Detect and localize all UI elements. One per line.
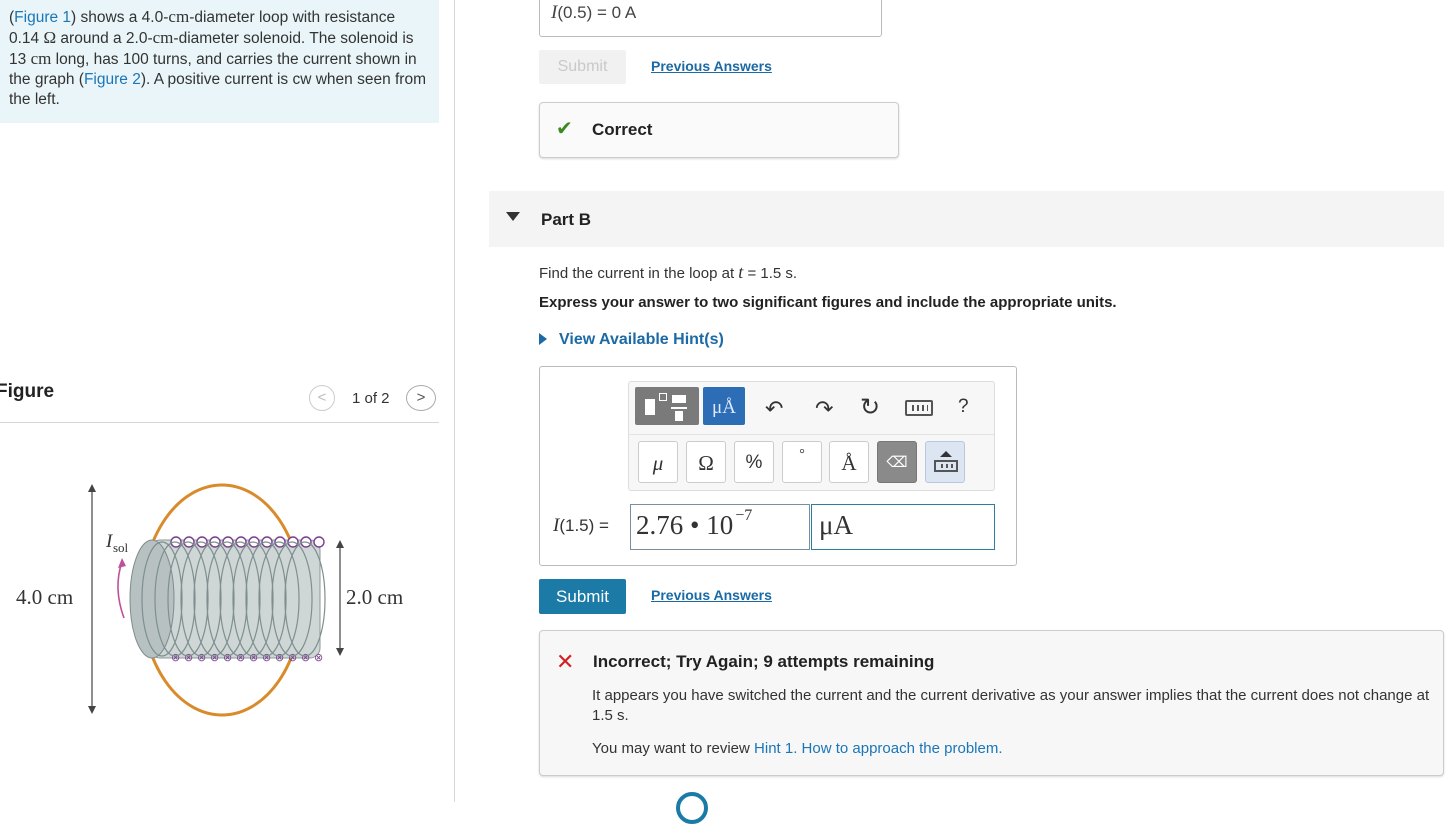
wire-in-icon: ⊗ [275,652,284,664]
figure-counter: 1 of 2 [352,390,390,407]
template-icon [659,393,667,401]
unit-ohm: Ω [43,28,57,47]
wire-in-icon: ⊗ [236,652,245,664]
incorrect-status: Incorrect; Try Again; 9 attempts remaini… [593,652,935,671]
close-x-icon: ✕ [556,649,575,674]
loop-diameter-label: 4.0 cm [16,585,73,609]
arrow-head [336,648,344,656]
template-icon [675,411,683,421]
figure-2-link[interactable]: Figure 2 [84,71,141,88]
unit-cm: cm [168,7,190,26]
wire-in-icon: ⊗ [184,652,193,664]
arrow-head [336,540,344,548]
review-prefix: You may want to review [592,740,755,757]
percent-key[interactable]: % [734,441,774,483]
current-arrow [117,561,125,619]
feedback-review: You may want to review Hint 1. How to ap… [592,740,1003,757]
wire-in-icon: ⊗ [197,652,206,664]
collapse-caret-icon[interactable] [506,212,520,221]
units-button[interactable]: μÅ [703,387,745,425]
units-input[interactable]: μA [811,504,995,550]
arrow-head [118,558,126,568]
part-a-previous-answers-link[interactable]: Previous Answers [651,58,772,74]
mu-key[interactable]: μ [638,441,678,483]
question-text: Find the current in the loop at [539,265,739,282]
template-icon [672,395,686,403]
help-icon[interactable]: ? [958,396,969,418]
part-b-title: Part B [541,210,592,229]
wire-in-icon: ⊗ [171,652,180,664]
arrow-head [88,706,96,714]
templates-button[interactable] [635,387,699,425]
part-b-header[interactable] [489,191,1444,247]
reset-icon[interactable]: ↻ [860,393,880,422]
problem-text: around a 2.0- [56,30,153,47]
degree-key[interactable]: ° [782,441,822,483]
part-a-submit-button[interactable]: Submit [539,50,626,84]
wire-in-icon: ⊗ [249,652,258,664]
figure-next-button[interactable]: > [406,385,436,411]
wire-out-icon [313,536,325,548]
isol-subscript: sol [113,540,129,555]
wire-in-icon: ⊗ [288,652,297,664]
redo-icon[interactable]: ↷ [815,396,833,422]
wire-in-icon: ⊗ [301,652,310,664]
arrow-head [88,484,96,492]
expand-caret-icon[interactable] [539,333,547,345]
check-icon: ✔ [556,118,573,140]
view-hints-link[interactable]: View Available Hint(s) [559,331,724,349]
angstrom-key[interactable]: Å [829,441,869,483]
problem-statement: (Figure 1) shows a 4.0-cm-diameter loop … [0,0,439,123]
template-icon [645,399,655,415]
part-a-answer-value: (0.5) = 0 A [557,3,637,22]
part-b-instruction: Express your answer to two significant f… [539,294,1117,311]
solenoid-figure: ⊗ ⊗ ⊗ ⊗ ⊗ ⊗ ⊗ ⊗ ⊗ ⊗ ⊗ ⊗ I sol 4.0 cm 2.0 cm [16,483,403,717]
problem-text: ) shows a 4.0- [71,9,169,26]
answer-label-rest: (1.5) = [559,516,609,535]
figure-prev-button[interactable]: < [309,385,335,411]
figure-1-link[interactable]: Figure 1 [14,9,71,26]
keyboard-icon[interactable] [905,400,933,416]
part-b-previous-answers-link[interactable]: Previous Answers [651,587,772,603]
template-icon [671,407,687,409]
question-text: = 1.5 s. [743,265,798,282]
toolbar-divider [629,434,994,435]
keyboard-icon [934,460,958,472]
keyboard-toggle-key[interactable] [925,441,965,483]
wire-in-icon: ⊗ [262,652,271,664]
wire-in-icon: ⊗ [210,652,219,664]
value-mantissa: 2.76 • 10 [636,510,734,540]
correct-status: Correct [592,120,653,139]
hint-1-link[interactable]: Hint 1. How to approach the problem. [754,740,1002,757]
unit-cm: cm [152,28,174,47]
unit-cm: cm [30,49,52,68]
solenoid-diameter-label: 2.0 cm [346,585,403,609]
value-exponent: −7 [735,507,753,524]
omega-key[interactable]: Ω [686,441,726,483]
backspace-key[interactable]: ⌫ [877,441,917,483]
wire-in-icon: ⊗ [223,652,232,664]
figure-divider [0,422,439,423]
chevron-up-icon [940,451,952,457]
part-b-answer-label: I(1.5) = [553,515,609,537]
column-divider [454,0,455,802]
help-bubble-icon[interactable] [676,792,708,824]
part-b-submit-button[interactable]: Submit [539,579,626,614]
part-b-question: Find the current in the loop at t = 1.5 … [539,262,797,283]
undo-icon[interactable]: ↶ [765,396,783,422]
figure-heading: Figure [0,381,55,402]
wire-in-icon: ⊗ [314,652,323,664]
part-a-answer: I(0.5) = 0 A [551,2,636,24]
value-input[interactable]: 2.76 • 10 −7 [630,504,810,550]
feedback-message: It appears you have switched the current… [592,687,1430,724]
